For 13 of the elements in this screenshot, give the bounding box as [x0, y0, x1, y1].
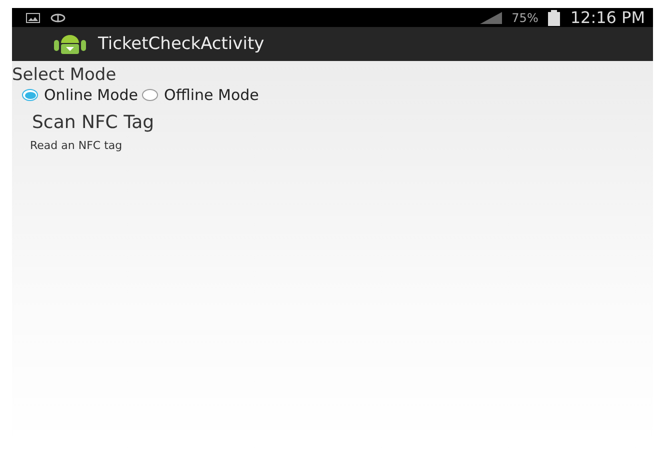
battery-percent: 75% [512, 10, 538, 24]
scan-title: Scan NFC Tag [31, 112, 156, 133]
scan-subtitle: Read an NFC tag [29, 139, 124, 152]
signal-icon [480, 12, 502, 24]
mode-label: Select Mode [12, 65, 118, 85]
mode-radio-option[interactable]: Offline Mode [142, 86, 259, 104]
mode-radio-option[interactable]: Online Mode [22, 86, 138, 104]
battery-icon [548, 10, 560, 26]
sync-icon [50, 12, 66, 22]
android-icon [54, 34, 86, 54]
activity-title: TicketCheckActivity [98, 34, 264, 54]
clock: 12:16 PM [570, 8, 645, 27]
picture-icon [26, 12, 40, 22]
